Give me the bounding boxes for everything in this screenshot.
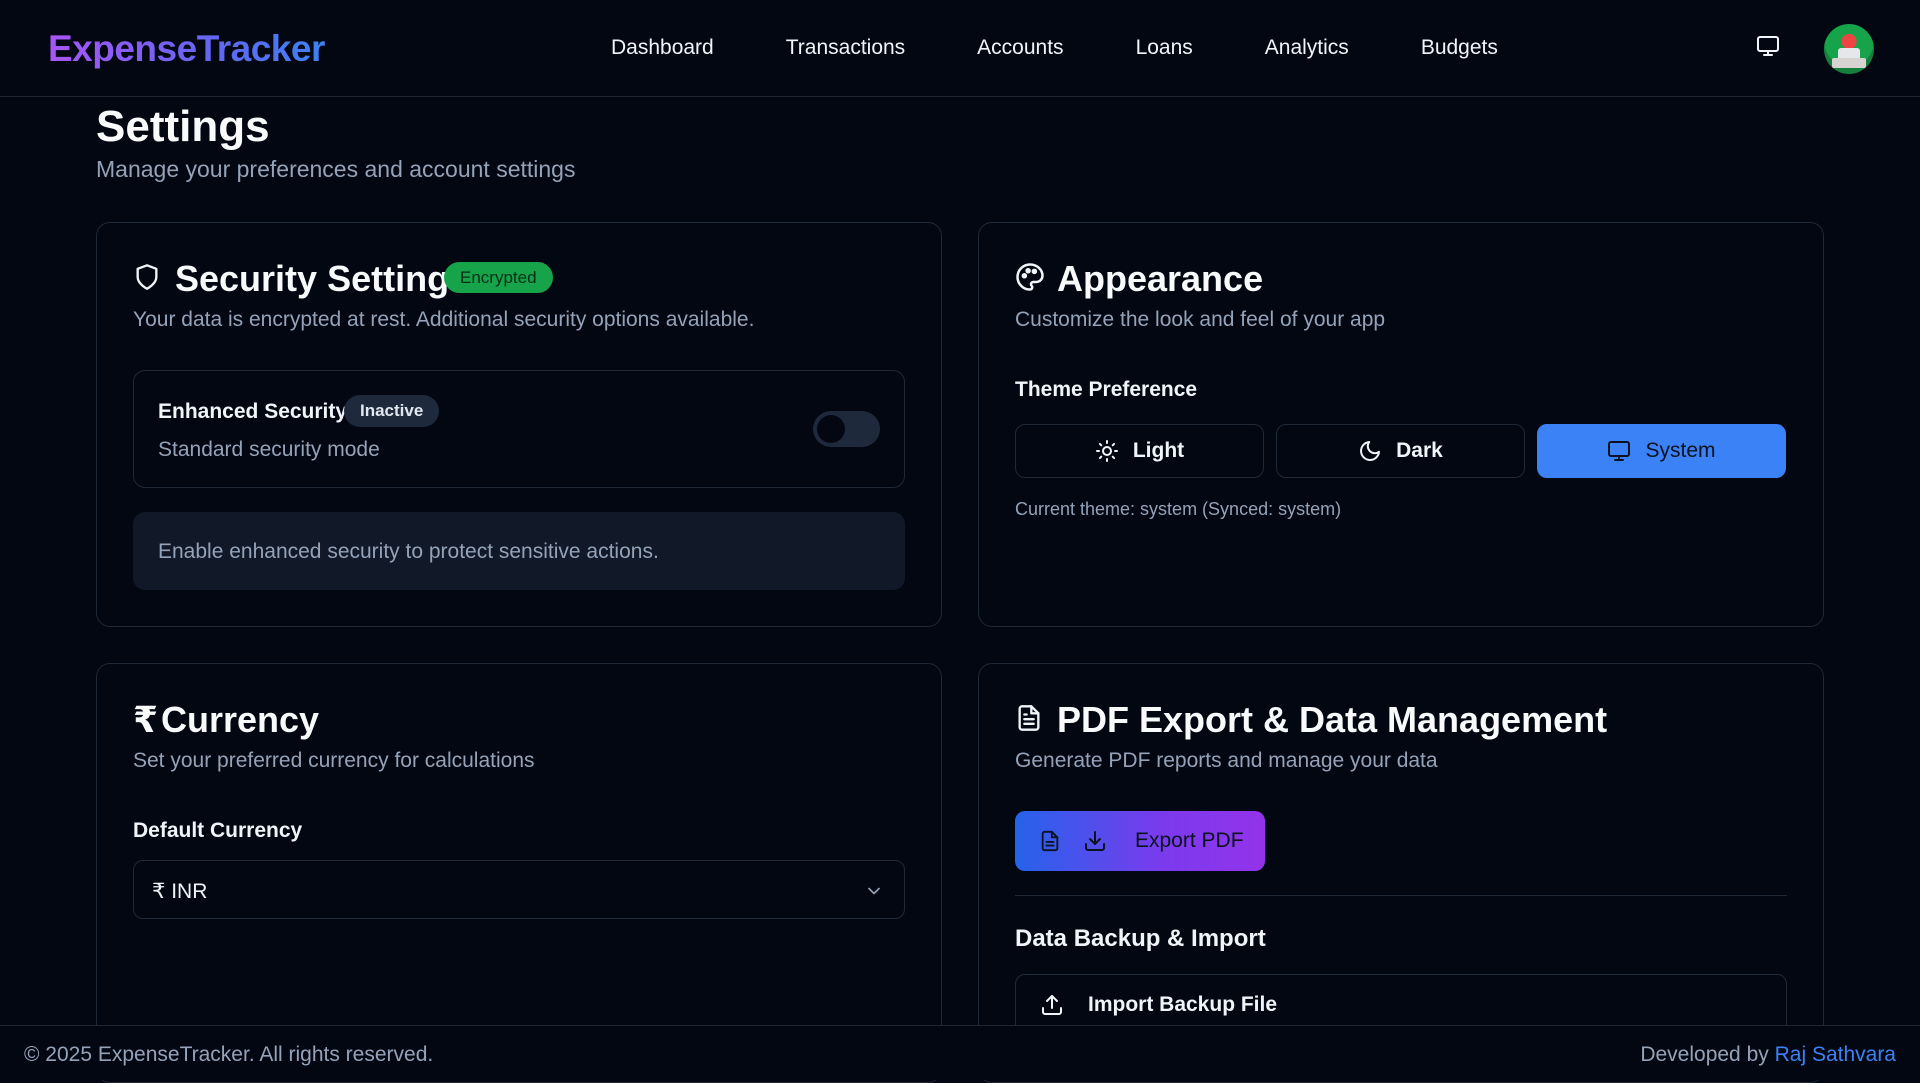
divider bbox=[1015, 895, 1787, 896]
footer-copyright: © 2025 ExpenseTracker. All rights reserv… bbox=[24, 1043, 434, 1066]
enhanced-security-panel bbox=[133, 370, 905, 488]
monitor-icon bbox=[1608, 441, 1631, 461]
currency-select[interactable]: ₹ INR bbox=[133, 860, 905, 919]
footer-developer-credit: Developed by Raj Sathvara bbox=[1640, 1043, 1896, 1067]
theme-light-button[interactable]: Light bbox=[1015, 424, 1264, 478]
nav-item-transactions[interactable]: Transactions bbox=[786, 36, 905, 60]
nav-item-dashboard[interactable]: Dashboard bbox=[611, 36, 714, 60]
security-note-text: Enable enhanced security to protect sens… bbox=[158, 540, 659, 563]
nav-item-accounts[interactable]: Accounts bbox=[977, 36, 1063, 60]
appearance-description: Customize the look and feel of your app bbox=[1015, 308, 1386, 331]
sun-icon bbox=[1095, 440, 1118, 462]
theme-system-button[interactable]: System bbox=[1537, 424, 1786, 478]
currency-title: Currency bbox=[161, 699, 320, 740]
upload-icon bbox=[1042, 995, 1062, 1015]
nav-item-loans[interactable]: Loans bbox=[1136, 36, 1193, 60]
security-settings-title: Security Settings bbox=[175, 258, 470, 299]
theme-preference-label: Theme Preference bbox=[1015, 378, 1198, 401]
nav-item-analytics[interactable]: Analytics bbox=[1265, 36, 1349, 60]
chevron-down-icon bbox=[868, 887, 880, 895]
current-theme-text: Current theme: system (Synced: system) bbox=[1015, 499, 1342, 519]
monitor-icon bbox=[1757, 36, 1779, 56]
enhanced-security-toggle[interactable] bbox=[813, 411, 880, 447]
security-description: Your data is encrypted at rest. Addition… bbox=[133, 308, 755, 331]
theme-system-label: System bbox=[1645, 439, 1716, 462]
file-text-icon bbox=[1018, 705, 1040, 731]
pdf-export-title: PDF Export & Data Management bbox=[1057, 699, 1608, 740]
avatar-image-part bbox=[1832, 58, 1866, 68]
developer-link[interactable]: Raj Sathvara bbox=[1775, 1043, 1896, 1066]
palette-icon bbox=[1016, 263, 1044, 291]
enhanced-security-label: Enhanced Security bbox=[158, 400, 348, 423]
developed-by-label: Developed by bbox=[1640, 1043, 1769, 1066]
theme-dark-label: Dark bbox=[1396, 439, 1443, 462]
top-navbar: ExpenseTracker Dashboard Transactions Ac… bbox=[0, 0, 1920, 97]
footer: © 2025 ExpenseTracker. All rights reserv… bbox=[0, 1025, 1920, 1080]
app-logo[interactable]: ExpenseTracker bbox=[48, 28, 325, 70]
shield-icon bbox=[136, 264, 158, 290]
enhanced-security-subtitle: Standard security mode bbox=[158, 438, 380, 461]
import-backup-label: Import Backup File bbox=[1088, 993, 1278, 1016]
encrypted-badge: Encrypted bbox=[444, 262, 553, 293]
page-title: Settings bbox=[96, 102, 270, 151]
theme-light-label: Light bbox=[1132, 439, 1185, 462]
page-subtitle: Manage your preferences and account sett… bbox=[96, 156, 576, 182]
export-pdf-label: Export PDF bbox=[1135, 829, 1244, 852]
currency-select-value: ₹ INR bbox=[152, 880, 208, 903]
status-badge: Inactive bbox=[344, 395, 440, 427]
appearance-title: Appearance bbox=[1057, 258, 1264, 299]
theme-toggle-button[interactable] bbox=[1755, 34, 1783, 60]
export-pdf-button[interactable]: Export PDF bbox=[1015, 811, 1265, 871]
main-nav: Dashboard Transactions Accounts Loans An… bbox=[611, 36, 1498, 60]
data-backup-label: Data Backup & Import bbox=[1015, 925, 1266, 952]
toggle-knob bbox=[817, 415, 845, 443]
nav-item-budgets[interactable]: Budgets bbox=[1421, 36, 1498, 60]
currency-symbol: ₹ bbox=[133, 699, 159, 740]
user-avatar[interactable] bbox=[1824, 24, 1874, 74]
download-icon bbox=[1085, 831, 1105, 851]
pdf-export-description: Generate PDF reports and manage your dat… bbox=[1015, 749, 1438, 772]
currency-description: Set your preferred currency for calculat… bbox=[133, 749, 535, 772]
default-currency-label: Default Currency bbox=[133, 819, 303, 842]
moon-icon bbox=[1360, 441, 1381, 461]
file-text-icon bbox=[1041, 830, 1059, 852]
theme-dark-button[interactable]: Dark bbox=[1276, 424, 1525, 478]
